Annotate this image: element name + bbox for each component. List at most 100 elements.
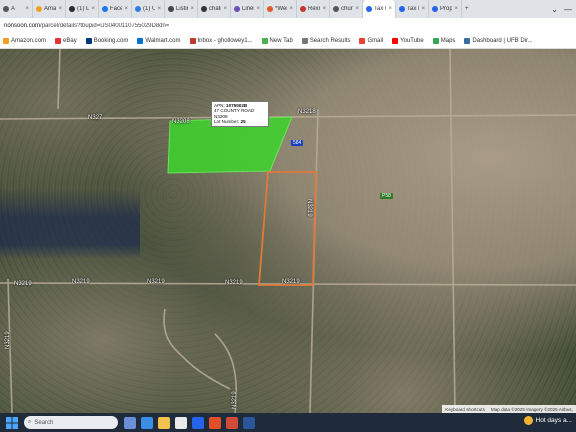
browser-tab[interactable]: Amazon× — [33, 0, 66, 18]
close-tab-icon[interactable]: × — [322, 6, 326, 12]
browser-tab[interactable]: chatgpt× — [198, 0, 231, 18]
road-label: N3219 — [147, 279, 165, 285]
satellite-map[interactable]: N3219 N3219 N3219 N3219 N3219 N3218 N327… — [0, 49, 576, 413]
bookmark-label: Amazon.com — [11, 37, 47, 44]
browser-tab[interactable]: Facebook× — [99, 0, 132, 18]
close-tab-icon[interactable]: × — [388, 6, 392, 12]
browser-tab[interactable]: Listing× — [165, 0, 198, 18]
tab-favicon-icon — [333, 6, 339, 12]
bookmark-label: Inbox - ghollowey1... — [197, 37, 253, 44]
parcel-outline[interactable] — [258, 171, 317, 286]
tab-label: Propert — [440, 6, 453, 12]
browser-tab[interactable]: Rexmls× — [297, 0, 330, 18]
tab-label: Linemen — [242, 6, 254, 12]
road-top-left — [57, 49, 61, 110]
edge-icon[interactable] — [141, 416, 153, 429]
bookmark-item[interactable]: Dashboard | UFB Dir... — [464, 37, 533, 44]
browser-tab[interactable]: (1) Linkedin× — [66, 0, 99, 18]
map-marker-badge[interactable]: P58 — [380, 193, 393, 199]
url-path: /parcel/details?tbupid=US0400110755029D8… — [40, 22, 170, 29]
tab-label: A — [11, 6, 16, 12]
tab-favicon-icon — [168, 6, 174, 12]
tab-favicon-icon — [267, 6, 273, 12]
close-tab-icon[interactable]: × — [91, 6, 95, 12]
road-label: N3219 — [282, 279, 300, 285]
road-label-vertical: N3219 — [306, 199, 312, 217]
bookmark-favicon-icon — [432, 37, 439, 44]
bookmark-favicon-icon — [85, 37, 92, 44]
bookmark-item[interactable]: Gmail — [359, 37, 384, 44]
close-tab-icon[interactable]: × — [289, 6, 293, 12]
bookmark-item[interactable]: New Tab — [261, 37, 293, 44]
chrome-icon[interactable] — [175, 416, 187, 429]
lot-value: 25 — [240, 119, 246, 125]
start-button[interactable] — [4, 415, 20, 431]
weather-text: Hot days a... — [535, 417, 573, 424]
apn-value: 1075502B — [226, 103, 248, 108]
close-tab-icon[interactable]: × — [25, 6, 29, 12]
bookmark-item[interactable]: eBay — [55, 37, 77, 44]
keyboard-shortcuts-link[interactable]: Keyboard shortcuts — [445, 407, 485, 412]
bookmark-label: Dashboard | UFB Dir... — [472, 37, 533, 44]
tab-favicon-icon — [300, 6, 306, 12]
browser-tab[interactable]: chuny× — [330, 0, 363, 18]
close-tab-icon[interactable]: × — [256, 6, 260, 12]
close-tab-icon[interactable]: × — [223, 6, 227, 12]
tab-label: (1) Unre — [143, 6, 155, 12]
close-tab-icon[interactable]: × — [355, 6, 359, 12]
taskbar-search[interactable]: ⌕ Search — [24, 416, 118, 429]
bookmark-favicon-icon — [359, 37, 366, 44]
browser-tab[interactable]: Propert× — [429, 0, 462, 18]
weather-widget[interactable]: Hot days a... — [523, 416, 573, 425]
new-tab-button[interactable]: + — [462, 0, 476, 18]
bookmark-item[interactable]: Inbox - ghollowey1... — [189, 37, 253, 44]
tab-search-button[interactable]: ⌄ — [551, 5, 558, 14]
bookmark-item[interactable]: YouTube — [392, 37, 424, 44]
bookmark-label: Search Results — [309, 37, 351, 44]
browser-tab[interactable]: *Wei × — [264, 0, 297, 18]
word-icon[interactable] — [243, 416, 255, 429]
browser-tab[interactable]: Tax Info× — [363, 0, 396, 18]
search-placeholder: Search — [34, 419, 54, 426]
close-tab-icon[interactable]: × — [421, 6, 425, 12]
bookmark-item[interactable]: Amazon.com — [3, 37, 47, 44]
tab-label: Rexmls — [308, 6, 320, 12]
tab-label: chuny — [341, 6, 353, 12]
close-tab-icon[interactable]: × — [454, 6, 458, 12]
bookmark-item[interactable]: Search Results — [301, 37, 351, 44]
close-tab-icon[interactable]: × — [157, 6, 161, 12]
parcel-info-popup: APN: 1075502B 47 COUNTY ROAD N3208 Lot N… — [211, 101, 269, 127]
browser-tab[interactable]: Tax Info× — [396, 0, 429, 18]
bookmark-favicon-icon — [464, 37, 471, 44]
bookmark-item[interactable]: Maps — [432, 37, 455, 44]
minimize-button[interactable]: — — [564, 5, 572, 14]
address-bar[interactable]: nonsoon.com/parcel/details?tbupid=US0400… — [0, 18, 576, 33]
file-explorer-icon[interactable] — [158, 416, 170, 429]
tab-favicon-icon — [366, 6, 372, 12]
browser-tab[interactable]: Linemen× — [231, 0, 264, 18]
windows-logo-icon — [6, 416, 18, 429]
road-label-vertical: N3219 — [5, 331, 11, 349]
bookmark-label: Walmart.com — [145, 37, 181, 44]
browser-tab[interactable]: (1) Unre× — [132, 0, 165, 18]
tab-favicon-icon — [234, 6, 240, 12]
apn-label: APN: — [214, 103, 225, 108]
url-text[interactable]: nonsoon.com/parcel/details?tbupid=US0400… — [4, 23, 169, 29]
store-icon[interactable] — [192, 416, 204, 429]
close-tab-icon[interactable]: × — [124, 6, 128, 12]
task-view-icon[interactable] — [124, 416, 136, 429]
tab-favicon-icon — [69, 6, 75, 12]
app-icon[interactable] — [226, 416, 238, 429]
taskbar-apps — [124, 416, 255, 429]
bookmark-item[interactable]: Booking.com — [85, 37, 128, 44]
tab-label: *Wei — [275, 6, 288, 12]
office-icon[interactable] — [209, 416, 221, 429]
close-tab-icon[interactable]: × — [58, 6, 62, 12]
close-tab-icon[interactable]: × — [190, 6, 194, 12]
map-marker-badge[interactable]: 584 — [291, 140, 304, 146]
bookmark-label: Gmail — [367, 37, 384, 44]
browser-tab[interactable]: A × — [0, 0, 33, 18]
popup-lot-row: Lot Number: 25 — [214, 119, 266, 124]
bookmark-item[interactable]: Walmart.com — [137, 37, 181, 44]
tab-favicon-icon — [135, 6, 141, 12]
